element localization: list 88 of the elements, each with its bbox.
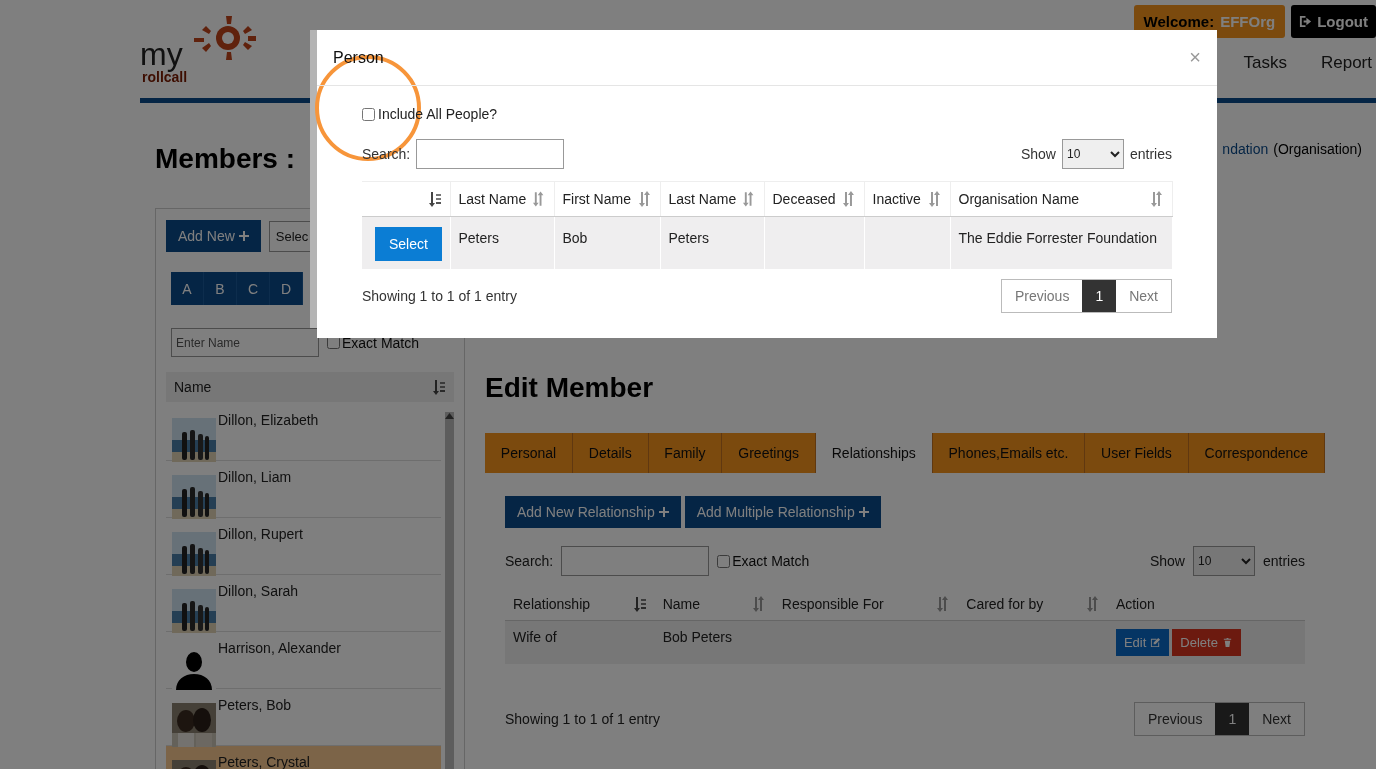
tab[interactable]: Personal — [485, 433, 573, 473]
sort-icon[interactable] — [637, 191, 652, 207]
column-header[interactable]: Action — [1115, 596, 1155, 612]
tab[interactable]: Greetings — [722, 433, 816, 473]
checkbox[interactable] — [362, 107, 375, 121]
letter-filter[interactable]: C — [237, 272, 270, 305]
table-cell: Peters — [450, 216, 554, 269]
show-label: Show — [1020, 146, 1056, 162]
trash-icon — [1221, 637, 1233, 648]
table-cell: Wife of — [505, 620, 655, 664]
logout-button[interactable]: Logout — [1291, 5, 1376, 38]
sort-icon[interactable] — [532, 191, 546, 207]
name-field[interactable]: Enter Name — [171, 328, 319, 357]
tab[interactable]: Phones,Emails etc. — [932, 433, 1086, 473]
page-title: Members : — [155, 143, 296, 176]
sun-icon — [192, 16, 258, 60]
letter-filter[interactable]: A — [171, 272, 204, 305]
sort-ascending-icon[interactable] — [632, 596, 647, 612]
entries-label: entries — [1129, 146, 1172, 162]
page-button[interactable]: 1 — [1082, 280, 1117, 312]
sort-icon[interactable] — [751, 596, 766, 612]
logout-icon — [1299, 15, 1313, 28]
scroll-up-icon[interactable] — [445, 412, 454, 420]
table-info: Showing 1 to 1 of 1 entry — [362, 288, 517, 304]
member-name: Peters, Bob — [218, 697, 292, 715]
table-cell: Bob — [554, 216, 660, 269]
add-relationship-button[interactable]: Add Multiple Relationship — [684, 496, 881, 528]
page-size-select[interactable]: 10 — [1192, 546, 1255, 576]
checkbox[interactable] — [327, 336, 340, 349]
add-new-button[interactable]: Add New — [166, 220, 261, 252]
column-header[interactable]: Responsible For — [781, 596, 884, 612]
page-button[interactable]: 1 — [1215, 703, 1250, 735]
sort-icon[interactable] — [841, 191, 856, 207]
table-cell: The Eddie Forrester Foundation — [950, 216, 1172, 269]
welcome-label: Welcome: — [1143, 13, 1215, 30]
select-button[interactable]: Select — [375, 227, 442, 261]
search-field[interactable] — [416, 139, 565, 169]
breadcrumb-link[interactable]: ndation — [1222, 141, 1269, 208]
checkbox-label: Exact Match — [342, 334, 420, 351]
logo-text: my — [140, 38, 183, 70]
delete-button[interactable]: Delete — [1172, 629, 1241, 656]
sort-icon[interactable] — [1085, 596, 1100, 612]
sort-icon[interactable] — [1149, 191, 1164, 207]
breadcrumb-type: (Organisation) — [1273, 141, 1362, 159]
column-header[interactable]: Name — [662, 596, 700, 612]
entries-label: entries — [1262, 553, 1305, 569]
member-name: Peters, Crystal — [218, 754, 310, 769]
table-info: Showing 1 to 1 of 1 entry — [505, 711, 660, 727]
show-label: Show — [1149, 553, 1185, 569]
plus-icon — [658, 507, 669, 517]
column-header[interactable]: Relationship — [513, 596, 591, 612]
member-name: Dillon, Elizabeth — [218, 412, 319, 430]
member-name: Dillon, Sarah — [218, 583, 299, 601]
add-relationship-button[interactable]: Add New Relationship — [505, 496, 681, 528]
sort-ascending-icon[interactable] — [427, 191, 442, 207]
sort-icon[interactable] — [927, 191, 942, 207]
letter-filter[interactable]: D — [270, 272, 303, 305]
edit-button[interactable]: Edit — [1115, 629, 1170, 656]
checkbox-label: Exact Match — [732, 553, 810, 569]
table-cell: Peters — [660, 216, 764, 269]
tab[interactable]: Family — [648, 433, 723, 473]
column-header[interactable]: Name — [174, 379, 212, 395]
user-name: EFFOrg — [1220, 13, 1276, 30]
tab[interactable]: Details — [573, 433, 649, 473]
member-name: Dillon, Liam — [218, 469, 292, 487]
scrollbar[interactable] — [445, 412, 454, 769]
search-field[interactable] — [561, 546, 710, 576]
member-name: Harrison, Alexander — [218, 640, 341, 658]
search-label: Search: — [505, 553, 554, 569]
close-button[interactable]: × — [1189, 46, 1201, 69]
plus-icon — [858, 507, 869, 517]
tab[interactable]: User Fields — [1085, 433, 1189, 473]
tab[interactable]: Correspondence — [1188, 433, 1325, 473]
column-header[interactable]: Cared for by — [966, 596, 1044, 612]
page-size-select[interactable]: 10 — [1061, 139, 1124, 169]
letter-filter[interactable]: B — [204, 272, 237, 305]
sort-icon[interactable] — [742, 191, 756, 207]
plus-icon — [238, 231, 249, 241]
logo-subtext: rollcall — [142, 70, 188, 84]
sort-icon[interactable] — [936, 596, 951, 612]
table-cell: Bob Peters — [654, 620, 774, 664]
edit-icon — [1150, 637, 1162, 648]
section-title: Edit Member — [485, 372, 655, 404]
nav-link[interactable]: Tasks — [1243, 53, 1287, 73]
checkbox[interactable] — [717, 554, 731, 568]
nav-link[interactable]: Report — [1320, 53, 1372, 73]
member-row[interactable]: Peters, Crystal — [166, 746, 441, 769]
member-name: Dillon, Rupert — [218, 526, 303, 544]
